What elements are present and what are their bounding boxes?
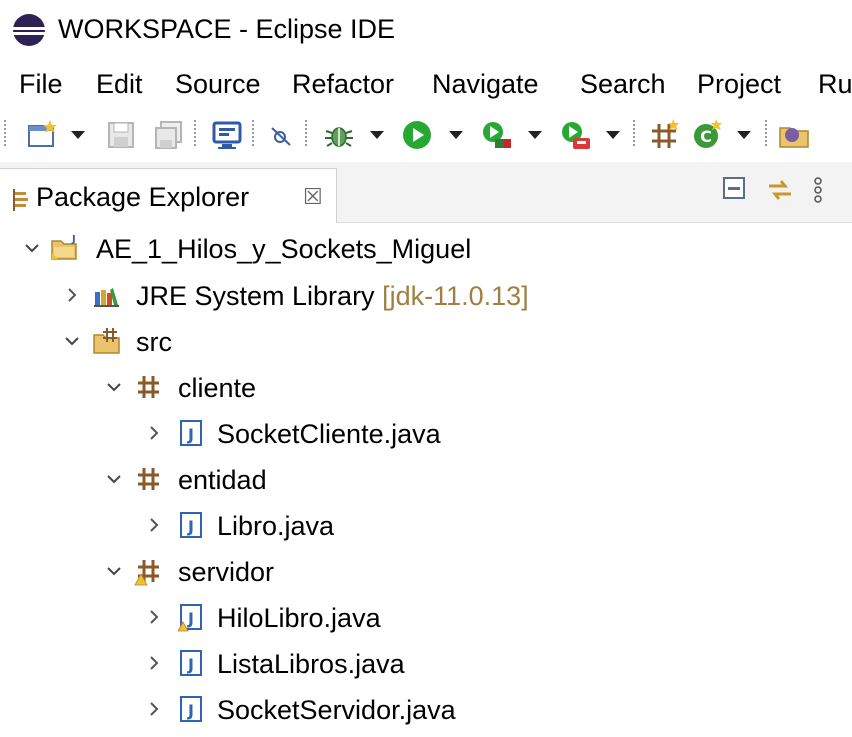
save-icon[interactable] bbox=[104, 118, 138, 152]
menu-run[interactable]: Ru bbox=[818, 66, 852, 102]
skip-breakpoints-icon[interactable] bbox=[265, 118, 299, 152]
chevron-right-icon[interactable] bbox=[144, 504, 164, 548]
menu-project[interactable]: Project bbox=[697, 66, 781, 102]
jre-version-label: [jdk-11.0.13] bbox=[382, 281, 529, 311]
tree-item-jre-library[interactable]: JRE System Library [jdk-11.0.13] bbox=[0, 274, 852, 318]
open-type-icon[interactable] bbox=[778, 118, 812, 152]
new-dropdown-icon[interactable] bbox=[71, 131, 85, 139]
toolbar-separator bbox=[252, 120, 254, 148]
tree-item-package-cliente[interactable]: cliente bbox=[0, 366, 852, 410]
external-tools-dropdown-icon[interactable] bbox=[606, 131, 620, 139]
menu-source[interactable]: Source bbox=[175, 66, 261, 102]
library-icon bbox=[92, 280, 122, 310]
tree-item-file-listalibros[interactable]: J ListaLibros.java bbox=[0, 642, 852, 686]
chevron-right-icon[interactable] bbox=[62, 274, 82, 318]
java-file-icon: J bbox=[178, 418, 208, 448]
link-with-editor-icon[interactable] bbox=[765, 176, 795, 209]
menu-file[interactable]: File bbox=[19, 66, 63, 102]
toolbar-separator bbox=[4, 120, 6, 148]
new-java-class-icon[interactable]: C bbox=[690, 118, 724, 152]
java-file-icon: J bbox=[178, 510, 208, 540]
package-icon bbox=[134, 464, 164, 494]
external-tools-icon[interactable] bbox=[558, 118, 592, 152]
terminal-icon[interactable] bbox=[210, 118, 244, 152]
menu-navigate[interactable]: Navigate bbox=[432, 66, 539, 102]
tree-item-package-entidad[interactable]: entidad bbox=[0, 458, 852, 502]
chevron-right-icon[interactable] bbox=[144, 596, 164, 640]
debug-icon[interactable] bbox=[322, 118, 356, 152]
chevron-down-icon[interactable] bbox=[22, 227, 42, 271]
java-file-icon: J bbox=[178, 648, 208, 678]
view-menu-icon[interactable] bbox=[812, 176, 824, 211]
package-explorer-tree: J AE_1_Hilos_y_Sockets_Miguel JRE System… bbox=[0, 223, 852, 726]
chevron-down-icon[interactable] bbox=[104, 550, 124, 594]
svg-text:C: C bbox=[700, 127, 712, 146]
src-label: src bbox=[136, 327, 172, 357]
java-project-icon: J bbox=[50, 233, 80, 263]
java-file-icon: J bbox=[178, 694, 208, 724]
package-label: entidad bbox=[178, 465, 267, 495]
new-java-package-icon[interactable] bbox=[648, 118, 682, 152]
chevron-down-icon[interactable] bbox=[62, 320, 82, 364]
eclipse-logo-icon bbox=[12, 13, 46, 47]
svg-text:J: J bbox=[71, 234, 76, 245]
package-explorer-icon bbox=[12, 189, 30, 216]
jre-library-label: JRE System Library bbox=[136, 281, 375, 311]
tree-item-package-servidor[interactable]: servidor bbox=[0, 550, 852, 594]
tree-item-file-hilolibro[interactable]: J HiloLibro.java bbox=[0, 596, 852, 640]
svg-text:J: J bbox=[187, 425, 194, 444]
svg-text:J: J bbox=[187, 655, 194, 674]
svg-text:J: J bbox=[187, 609, 194, 628]
menu-edit[interactable]: Edit bbox=[96, 66, 143, 102]
menu-refactor[interactable]: Refactor bbox=[292, 66, 394, 102]
run-icon[interactable] bbox=[400, 118, 434, 152]
menu-search[interactable]: Search bbox=[580, 66, 666, 102]
debug-dropdown-icon[interactable] bbox=[370, 131, 384, 139]
source-folder-icon bbox=[92, 326, 122, 356]
file-label: ListaLibros.java bbox=[217, 649, 405, 679]
main-toolbar: C bbox=[0, 108, 852, 160]
close-icon[interactable]: ☒ bbox=[303, 183, 323, 211]
package-label: cliente bbox=[178, 373, 257, 403]
coverage-icon[interactable] bbox=[479, 118, 513, 152]
collapse-all-icon[interactable] bbox=[722, 176, 748, 207]
chevron-right-icon[interactable] bbox=[144, 412, 164, 456]
window-title: WORKSPACE - Eclipse IDE bbox=[58, 14, 396, 44]
toolbar-separator bbox=[765, 120, 767, 148]
toolbar-separator bbox=[194, 120, 196, 148]
view-tab-bar: Package Explorer ☒ bbox=[0, 162, 852, 223]
window-title-bar: WORKSPACE - Eclipse IDE bbox=[0, 0, 852, 56]
chevron-down-icon[interactable] bbox=[104, 366, 124, 410]
chevron-right-icon[interactable] bbox=[144, 642, 164, 686]
java-file-warning-icon: J bbox=[177, 602, 208, 632]
svg-text:J: J bbox=[187, 701, 194, 720]
menu-bar: File Edit Source Refactor Navigate Searc… bbox=[0, 60, 852, 106]
new-java-class-dropdown-icon[interactable] bbox=[737, 131, 751, 139]
tree-item-project[interactable]: J AE_1_Hilos_y_Sockets_Miguel bbox=[0, 227, 852, 271]
run-dropdown-icon[interactable] bbox=[449, 131, 463, 139]
new-icon[interactable] bbox=[26, 118, 60, 152]
chevron-down-icon[interactable] bbox=[104, 458, 124, 502]
coverage-dropdown-icon[interactable] bbox=[528, 131, 542, 139]
chevron-right-icon[interactable] bbox=[144, 688, 164, 732]
save-all-icon[interactable] bbox=[152, 118, 186, 152]
tree-item-file-socketcliente[interactable]: J SocketCliente.java bbox=[0, 412, 852, 456]
file-label: SocketServidor.java bbox=[217, 695, 456, 725]
file-label: HiloLibro.java bbox=[217, 603, 381, 633]
tree-item-src[interactable]: src bbox=[0, 320, 852, 364]
tab-label: Package Explorer bbox=[36, 182, 250, 212]
svg-text:J: J bbox=[187, 517, 194, 536]
package-icon bbox=[134, 372, 164, 402]
toolbar-separator bbox=[305, 120, 307, 148]
toolbar-separator bbox=[633, 120, 635, 148]
tab-package-explorer[interactable]: Package Explorer ☒ bbox=[0, 168, 337, 223]
tree-item-file-libro[interactable]: J Libro.java bbox=[0, 504, 852, 548]
project-label: AE_1_Hilos_y_Sockets_Miguel bbox=[96, 234, 472, 264]
file-label: Libro.java bbox=[217, 511, 335, 541]
package-warning-icon bbox=[134, 556, 164, 586]
file-label: SocketCliente.java bbox=[217, 419, 441, 449]
tree-item-file-socketservidor[interactable]: J SocketServidor.java bbox=[0, 688, 852, 732]
package-label: servidor bbox=[178, 557, 275, 587]
